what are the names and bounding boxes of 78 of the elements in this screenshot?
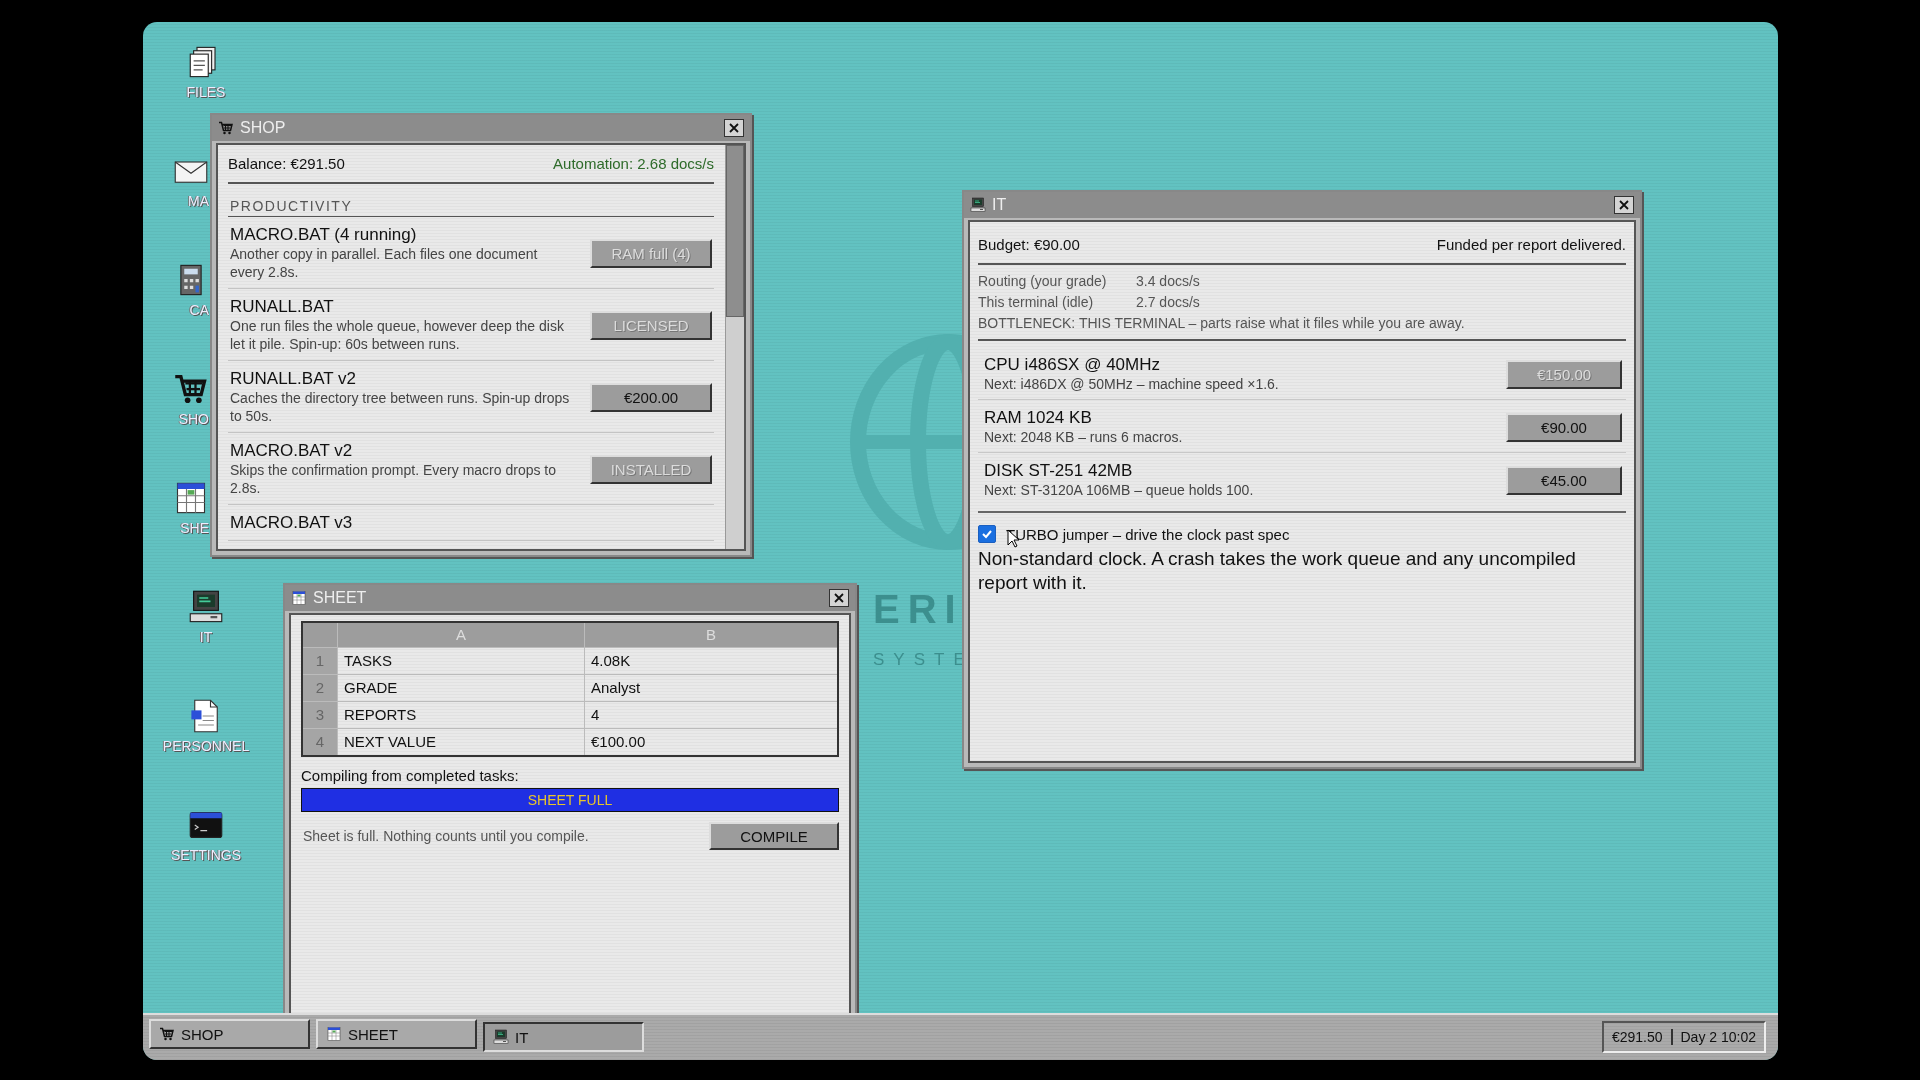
icon-label[interactable]: SHE xyxy=(180,520,209,536)
computer-icon xyxy=(970,197,986,213)
part-upgrade: Next: 2048 KB – runs 6 macros. xyxy=(984,428,1183,446)
table-cell: NEXT VALUE xyxy=(337,729,584,755)
close-icon[interactable] xyxy=(729,123,739,133)
row-number: 2 xyxy=(303,675,337,701)
item-description: Another copy in parallel. Each files one document every 2.8s. xyxy=(230,245,539,281)
column-header: A xyxy=(337,623,584,647)
section-heading: PRODUCTIVITY xyxy=(228,184,714,217)
balance-text: Balance: €291.50 xyxy=(228,155,345,172)
window-title: SHEET xyxy=(313,589,368,607)
close-button[interactable] xyxy=(1614,196,1634,214)
buy-button[interactable]: €45.00 xyxy=(1506,465,1622,495)
close-button[interactable] xyxy=(724,119,744,137)
icon-label[interactable]: FILES xyxy=(186,84,226,100)
item-name: RUNALL.BAT v2 xyxy=(230,369,357,389)
item-name: RUNALL.BAT xyxy=(230,297,335,317)
stat-label: Routing (your grade) xyxy=(978,273,1108,289)
part-name: DISK ST-251 42MB xyxy=(984,461,1134,481)
buy-button[interactable]: €200.00 xyxy=(590,382,712,412)
bottleneck-text: BOTTLENECK: THIS TERMINAL – parts raise what it files while you are away. xyxy=(978,315,1466,331)
part-name: RAM 1024 KB xyxy=(984,408,1093,428)
table-cell: Analyst xyxy=(584,675,837,701)
compile-button[interactable]: COMPILE xyxy=(709,822,839,850)
progress-label: Compiling from completed tasks: xyxy=(301,767,520,784)
table-cell: GRADE xyxy=(337,675,584,701)
computer-icon[interactable] xyxy=(188,589,224,625)
cart-icon xyxy=(218,120,234,136)
item-description: Skips the confirmation prompt. Every macro drops to 2.8s. xyxy=(230,461,558,497)
taskbar-button[interactable]: SHEET xyxy=(316,1019,477,1049)
item-description: One run files the whole queue, however deep the disk let it pile. Spin-up: 60s between runs. xyxy=(230,317,565,353)
column-header: B xyxy=(584,623,837,647)
icon-label[interactable]: SETTINGS xyxy=(171,847,241,863)
clock: Day 2 10:02 xyxy=(1680,1029,1756,1045)
row-number: 1 xyxy=(303,648,337,674)
progress-text: SHEET FULL xyxy=(526,792,614,808)
tray-balance: €291.50 xyxy=(1611,1029,1673,1045)
budget-text: Budget: €90.00 xyxy=(978,236,1080,253)
scrollbar[interactable] xyxy=(725,145,744,549)
stat-value: 2.7 docs/s xyxy=(1136,294,1200,310)
icon-label[interactable]: CA xyxy=(189,302,209,318)
buy-button[interactable]: €90.00 xyxy=(1506,412,1622,442)
automation-rate: Automation: 2.68 docs/s xyxy=(553,155,714,172)
table-cell: 4 xyxy=(584,702,837,728)
window-title: IT xyxy=(992,196,1008,214)
cart-icon[interactable] xyxy=(159,1026,175,1042)
table-cell: TASKS xyxy=(337,648,584,674)
table-cell: 4.08K xyxy=(584,648,837,674)
row-number: 3 xyxy=(303,702,337,728)
taskbar-button[interactable]: SHOP xyxy=(149,1019,310,1049)
taskbar-button[interactable]: IT xyxy=(483,1022,644,1052)
status-note: Sheet is full. Nothing counts until you compile. xyxy=(303,828,589,844)
computer-icon[interactable] xyxy=(493,1029,509,1045)
table-cell: €100.00 xyxy=(584,729,837,755)
item-name: MACRO.BAT (4 running) xyxy=(230,225,418,245)
warning-text: Non-standard clock. A crash takes the work queue and any uncompiled report with it. xyxy=(978,547,1577,595)
close-icon[interactable] xyxy=(1619,200,1629,210)
item-name: MACRO.BAT v3 xyxy=(230,513,354,533)
funding-note: Funded per report delivered. xyxy=(1436,236,1626,253)
stat-label: This terminal (idle) xyxy=(978,294,1095,310)
sheet-icon[interactable] xyxy=(326,1026,342,1042)
item-name: MACRO.BAT v2 xyxy=(230,441,354,461)
icon-label[interactable]: SHO xyxy=(178,411,209,427)
close-icon[interactable] xyxy=(834,593,844,603)
sheet-icon xyxy=(291,590,307,606)
part-name: CPU i486SX @ 40MHz xyxy=(984,355,1161,375)
scroll-thumb[interactable] xyxy=(726,145,744,317)
stat-value: 3.4 docs/s xyxy=(1136,273,1200,289)
close-button[interactable] xyxy=(829,589,849,607)
part-upgrade: Next: ST-3120A 106MB – queue holds 100. xyxy=(984,481,1254,499)
part-upgrade: Next: i486DX @ 50MHz – machine speed ×1.6. xyxy=(984,375,1279,393)
window-title: SHOP xyxy=(240,119,287,137)
row-number: 4 xyxy=(303,729,337,755)
item-description: Caches the directory tree between runs. Spin-up drops to 50s. xyxy=(230,389,570,425)
icon-label[interactable]: IT xyxy=(199,629,213,645)
icon-label[interactable]: PERSONNEL xyxy=(162,738,250,754)
icon-label[interactable]: MA xyxy=(188,193,209,209)
table-cell: REPORTS xyxy=(337,702,584,728)
